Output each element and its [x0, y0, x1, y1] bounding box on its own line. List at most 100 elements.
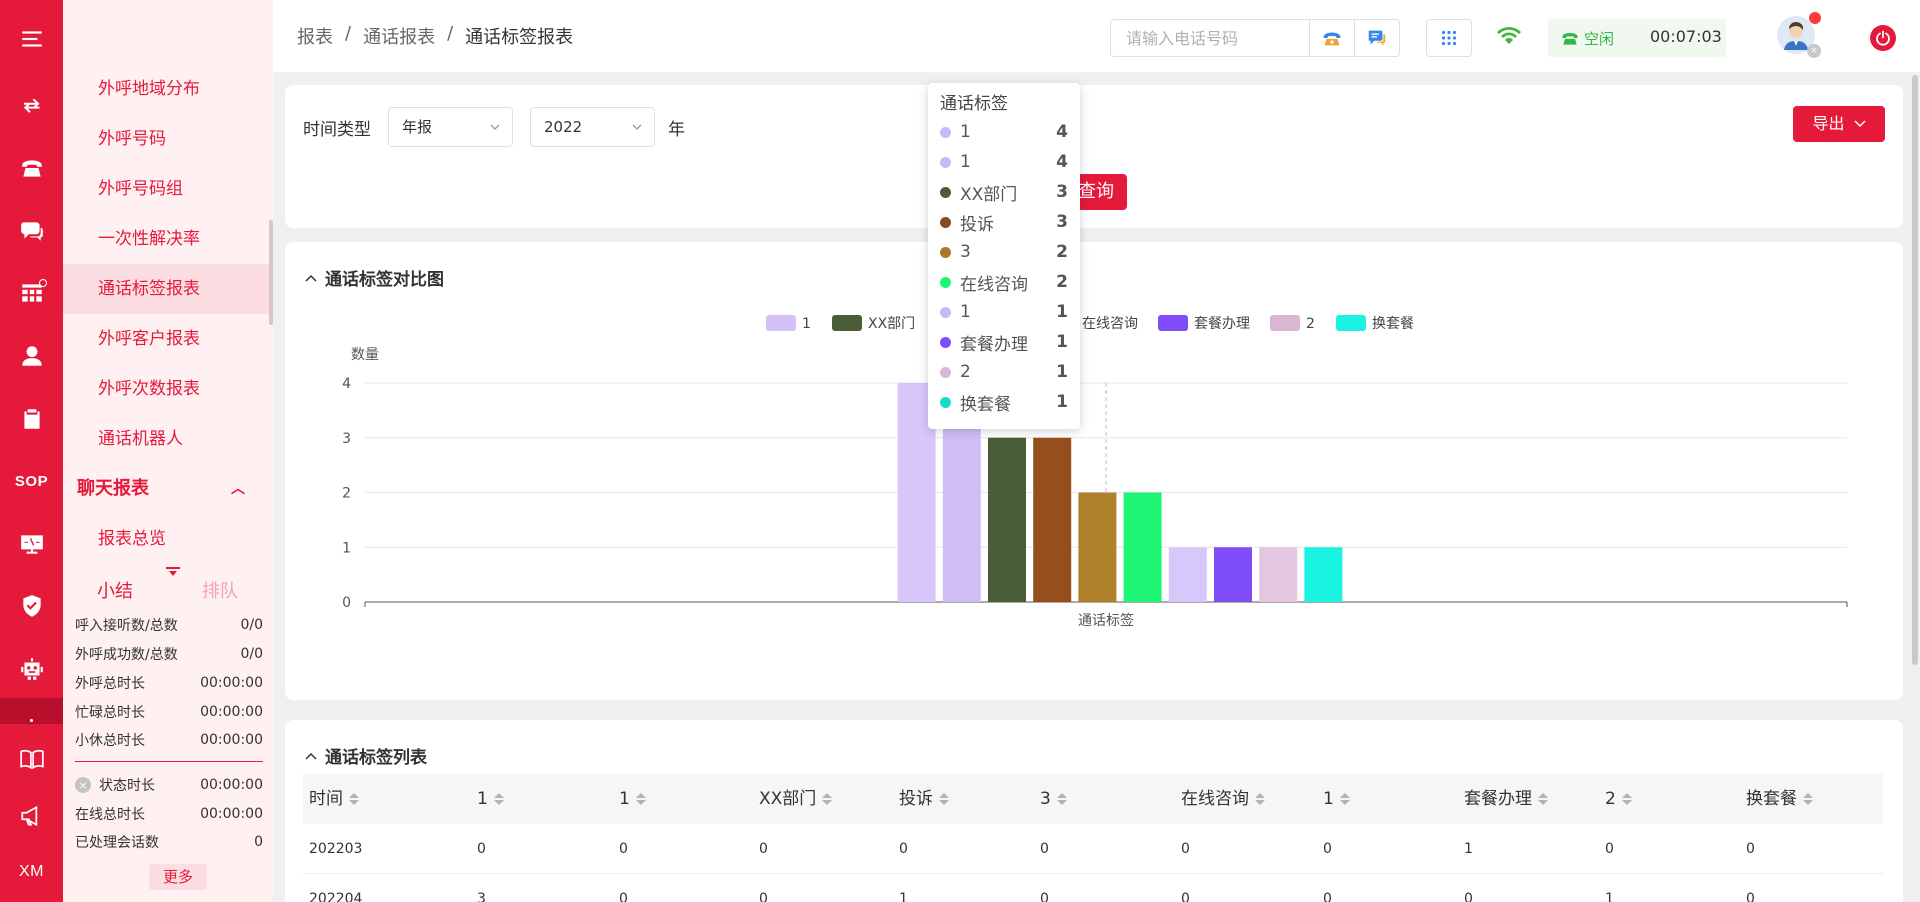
- telephone-icon[interactable]: [0, 142, 63, 194]
- robot-icon[interactable]: [0, 643, 63, 695]
- summary-tabs: 小结 排队: [63, 565, 273, 615]
- sort-icon[interactable]: [493, 793, 504, 805]
- bar: [1259, 547, 1298, 602]
- column-header[interactable]: 1: [1323, 774, 1350, 824]
- column-header[interactable]: XX部门: [759, 774, 833, 824]
- submenu-item-outbound-region[interactable]: 外呼地域分布: [63, 64, 273, 114]
- sop-icon[interactable]: SOP: [0, 455, 63, 507]
- time-type-select[interactable]: 年报: [388, 107, 513, 147]
- sort-icon[interactable]: [822, 793, 833, 805]
- message-icon: [1368, 30, 1386, 46]
- shield-icon[interactable]: [0, 580, 63, 632]
- table-cell: 0: [619, 841, 628, 857]
- tab-queue[interactable]: 排队: [202, 577, 238, 603]
- xm-logo-icon[interactable]: XM: [0, 846, 63, 898]
- column-header[interactable]: 套餐办理: [1464, 774, 1548, 824]
- announcement-icon[interactable]: [0, 790, 63, 842]
- agent-status[interactable]: 空闲 00:07:03: [1548, 19, 1726, 57]
- legend-label: 在线咨询: [1082, 316, 1138, 332]
- column-header[interactable]: 2: [1605, 774, 1632, 824]
- table-cell: 202203: [309, 841, 363, 857]
- dial-box: [1110, 19, 1400, 57]
- sort-icon[interactable]: [1339, 793, 1350, 805]
- sort-icon[interactable]: [1056, 793, 1067, 805]
- avatar[interactable]: ×: [1777, 12, 1821, 58]
- breadcrumb-item[interactable]: 通话报表: [363, 23, 435, 49]
- legend-swatch-icon: [1270, 315, 1300, 331]
- monitor-icon[interactable]: [0, 518, 63, 570]
- column-header[interactable]: 换套餐: [1746, 774, 1813, 824]
- submenu-item-outbound-customer[interactable]: 外呼客户报表: [63, 314, 273, 364]
- tooltip-series-name: 1: [960, 152, 971, 172]
- clipboard-icon[interactable]: [0, 393, 63, 445]
- column-header[interactable]: 3: [1040, 774, 1067, 824]
- table-cell: 0: [1323, 841, 1332, 857]
- power-button[interactable]: [1870, 25, 1896, 51]
- table-card: 通话标签列表 时间 1 1 XX部门 投诉 3 在线咨询 1 套餐办理 2 换套餐 202203 0 0 0…: [285, 720, 1903, 902]
- legend-dot-icon: [940, 156, 951, 168]
- chat-icon[interactable]: [0, 205, 63, 257]
- avatar-close-icon[interactable]: ×: [1807, 44, 1821, 58]
- submenu-item-first-resolution[interactable]: 一次性解决率: [63, 214, 273, 264]
- column-header[interactable]: 1: [619, 774, 646, 824]
- sort-icon[interactable]: [1538, 793, 1548, 805]
- apps-button[interactable]: [1426, 19, 1472, 57]
- more-button[interactable]: 更多: [149, 864, 207, 890]
- year-select[interactable]: 2022: [530, 107, 655, 147]
- legend-dot-icon: [940, 366, 951, 378]
- submenu-item-call-tag-report[interactable]: 通话标签报表: [63, 264, 273, 314]
- bar: [988, 437, 1026, 602]
- legend-dot-icon: [940, 396, 951, 408]
- message-button[interactable]: [1354, 20, 1399, 56]
- status-close-icon[interactable]: ×: [75, 777, 91, 793]
- sort-icon[interactable]: [1255, 793, 1265, 805]
- export-button[interactable]: 导出: [1793, 106, 1885, 142]
- menu-toggle-icon[interactable]: [0, 13, 63, 65]
- page-scrollbar[interactable]: [1912, 75, 1918, 665]
- caret-down-icon[interactable]: [166, 567, 180, 577]
- sort-icon[interactable]: [1803, 793, 1813, 805]
- breadcrumb-item[interactable]: 报表: [297, 23, 333, 49]
- tooltip-row: 14: [940, 147, 1068, 177]
- legend-dot-icon: [940, 246, 951, 258]
- table-cell: 0: [1746, 891, 1755, 902]
- table-section-toggle[interactable]: 通话标签列表: [305, 743, 427, 768]
- user-icon[interactable]: [0, 330, 63, 382]
- submenu-group-chat-report[interactable]: 聊天报表 ︿: [63, 464, 273, 514]
- status-timer: 00:07:03: [1650, 27, 1722, 46]
- sort-icon[interactable]: [635, 793, 646, 805]
- tooltip-row: 换套餐 1: [940, 387, 1068, 417]
- column-header[interactable]: 投诉: [899, 774, 949, 824]
- column-header[interactable]: 在线咨询: [1181, 774, 1265, 824]
- bar: [1168, 547, 1207, 602]
- column-header[interactable]: 1: [477, 774, 504, 824]
- book-icon[interactable]: [0, 733, 63, 785]
- column-header[interactable]: 时间: [309, 774, 359, 824]
- tooltip-row: 32: [940, 237, 1068, 267]
- table-cell: 202204: [309, 891, 363, 902]
- sort-icon[interactable]: [939, 793, 949, 805]
- phone-number-input[interactable]: [1111, 20, 1309, 56]
- chart-card: 通话标签对比图 数量 0 1 2 3 4 通话标签 1 XX部门 在线咨询 套餐办理 2 换套餐: [285, 242, 1903, 700]
- legend-label: 套餐办理: [1194, 316, 1250, 332]
- legend-dot-icon: [940, 216, 951, 228]
- submenu-item-outbound-count[interactable]: 外呼次数报表: [63, 364, 273, 414]
- y-tick-label: 2: [342, 486, 351, 502]
- tooltip-series-value: 2: [1056, 242, 1068, 262]
- tooltip-series-name: 1: [960, 122, 971, 142]
- submenu-scrollbar[interactable]: [269, 220, 273, 325]
- tooltip-row: 在线咨询 2: [940, 267, 1068, 297]
- submenu-item-outbound-number[interactable]: 外呼号码: [63, 114, 273, 164]
- active-rail-marker[interactable]: [0, 698, 63, 724]
- transfer-icon[interactable]: [0, 80, 63, 132]
- tooltip-series-name: 在线咨询: [960, 274, 1028, 295]
- submenu-item-chat-overview[interactable]: 报表总览: [63, 514, 273, 560]
- submenu-item-call-robot[interactable]: 通话机器人: [63, 414, 273, 464]
- submenu-item-outbound-number-group[interactable]: 外呼号码组: [63, 164, 273, 214]
- report-grid-icon[interactable]: [0, 267, 63, 319]
- tab-summary[interactable]: 小结: [97, 577, 133, 603]
- dial-button[interactable]: [1309, 20, 1354, 56]
- stat-row: 呼入接听数/总数 0/0: [75, 617, 263, 634]
- sort-icon[interactable]: [1621, 793, 1632, 805]
- sort-icon[interactable]: [349, 793, 359, 805]
